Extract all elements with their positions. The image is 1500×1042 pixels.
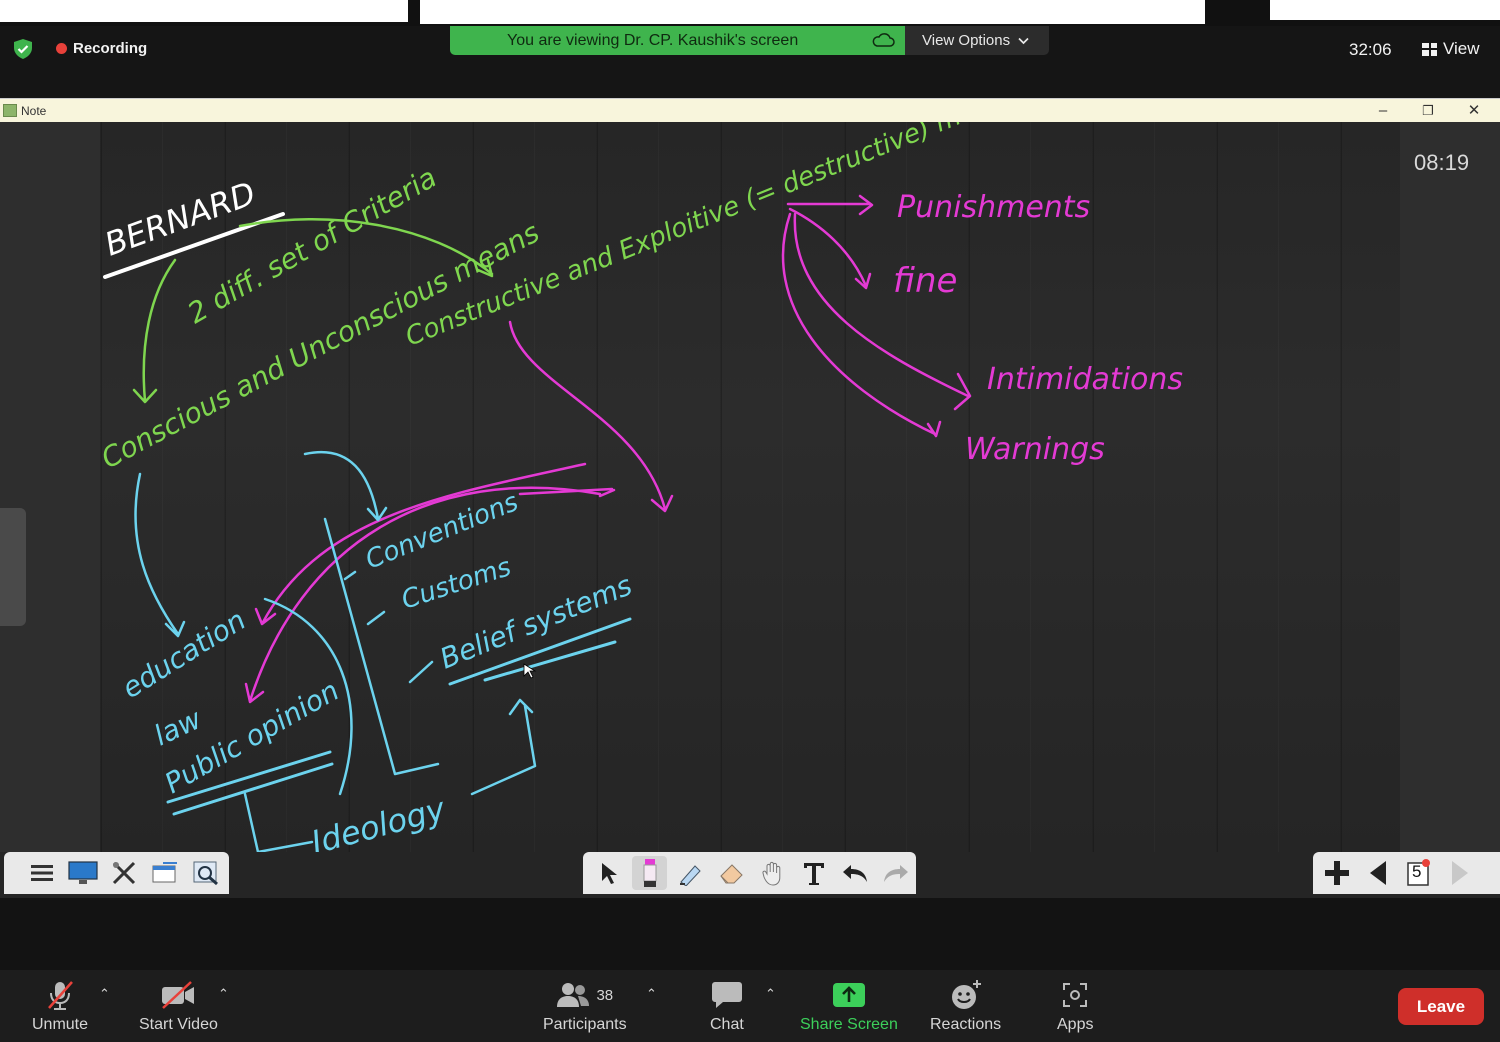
next-page-icon[interactable] [1442, 856, 1477, 890]
note-drawing-toolbar [583, 852, 916, 894]
note-intimidations: Intimidations [987, 362, 1183, 397]
hand-icon[interactable] [755, 856, 790, 890]
unmute-button[interactable]: Unmute [32, 978, 88, 1034]
background-window [1270, 0, 1500, 20]
magenta-arrow-punishments [786, 194, 874, 216]
undo-icon[interactable] [837, 856, 872, 890]
page-number: 5 [1412, 862, 1422, 881]
redo-icon[interactable] [878, 856, 913, 890]
screen-share-margin [0, 898, 1500, 970]
cloud-icon [872, 33, 895, 47]
cyan-arrow-conventions [303, 450, 388, 522]
apps-icon [1063, 983, 1088, 1007]
zoom-top-bar: Recording You are viewing Dr. CP. Kaushi… [0, 26, 1500, 98]
select-icon[interactable] [591, 856, 626, 890]
chevron-down-icon [1018, 37, 1029, 44]
note-page-toolbar: 5 [1313, 852, 1500, 894]
video-options-caret[interactable]: ⌃ [218, 986, 229, 1002]
zoom-control-bar: Unmute ⌃ Start Video ⌃ 38 Participants ⌃… [0, 970, 1500, 1042]
magenta-arrow-fine [788, 207, 872, 290]
recording-dot-icon [56, 43, 67, 54]
chat-options-caret[interactable]: ⌃ [765, 986, 776, 1002]
image-search-icon[interactable] [188, 856, 223, 890]
share-screen-button[interactable]: Share Screen [800, 978, 898, 1034]
view-options-label: View Options [922, 32, 1011, 49]
chat-button[interactable]: Chat [710, 978, 744, 1034]
cyan-arrow-education [134, 472, 186, 638]
tools-icon[interactable] [106, 856, 141, 890]
reactions-button[interactable]: Reactions [930, 978, 1001, 1034]
participants-label: Participants [543, 1016, 627, 1033]
eraser-icon[interactable] [714, 856, 749, 890]
participants-count: 38 [596, 986, 614, 1004]
note-education: education [116, 603, 251, 705]
view-label: View [1443, 39, 1480, 58]
note-left-toolbar [4, 852, 229, 894]
meeting-timer: 32:06 [1349, 40, 1392, 59]
edit-page-icon[interactable] [147, 856, 182, 890]
text-icon[interactable] [796, 856, 831, 890]
start-video-label: Start Video [139, 1016, 218, 1033]
note-window-title: Note [21, 104, 47, 118]
magenta-arrow-warnings [781, 212, 942, 438]
display-icon[interactable] [65, 856, 100, 890]
leave-button[interactable]: Leave [1398, 988, 1484, 1025]
note-title-bar: Note – ❐ ✕ [0, 98, 1500, 122]
audio-options-caret[interactable]: ⌃ [99, 986, 110, 1002]
pen-icon[interactable] [632, 856, 667, 890]
apps-button[interactable]: Apps [1057, 978, 1093, 1034]
note-app-icon [3, 104, 17, 117]
minimize-button[interactable]: – [1369, 101, 1397, 121]
viewing-banner-text: You are viewing Dr. CP. Kaushik's screen [507, 31, 799, 49]
page-counter[interactable]: 5 [1401, 856, 1436, 890]
cyan-bracket-ideology-left [243, 792, 314, 852]
magenta-arrow-exploitive [508, 320, 674, 513]
share-screen-icon [832, 983, 865, 1007]
note-punishments: Punishments [897, 190, 1090, 225]
apps-label: Apps [1057, 1016, 1094, 1033]
add-page-icon[interactable] [1319, 856, 1354, 890]
background-window [0, 0, 408, 22]
recording-indicator[interactable]: Recording [56, 40, 147, 57]
cyan-bracket-ideology-right [470, 698, 537, 796]
chat-label: Chat [710, 1016, 744, 1033]
start-video-button[interactable]: Start Video [139, 978, 218, 1034]
view-button[interactable]: View [1422, 39, 1480, 59]
video-off-icon [162, 981, 195, 1009]
note-law: law [149, 702, 206, 752]
gallery-view-icon [1422, 42, 1437, 56]
previous-page-icon[interactable] [1360, 856, 1395, 890]
note-fine: fine [893, 261, 957, 301]
participants-button[interactable]: 38 Participants [543, 978, 627, 1034]
muted-microphone-icon [48, 981, 73, 1010]
restore-button[interactable]: ❐ [1414, 101, 1442, 121]
note-warnings: Warnings [965, 432, 1105, 467]
viewing-screen-banner: You are viewing Dr. CP. Kaushik's screen [450, 26, 905, 55]
security-shield-icon[interactable] [12, 38, 34, 60]
reactions-label: Reactions [930, 1016, 1002, 1033]
whiteboard-canvas[interactable]: 08:19 BERNARD 2 diff. set of Criteria Co… [0, 122, 1500, 852]
close-button[interactable]: ✕ [1460, 101, 1488, 121]
background-window [420, 0, 1205, 24]
share-screen-label: Share Screen [800, 1016, 898, 1033]
note-app-window: Note – ❐ ✕ 08:19 BERNARD 2 diff. set of … [0, 98, 1500, 898]
handwriting-layer: BERNARD 2 diff. set of Criteria Consciou… [96, 122, 1183, 852]
note-toolbar-strip: 5 [0, 852, 1500, 898]
desktop-background-strip [0, 0, 1500, 26]
unmute-label: Unmute [32, 1016, 89, 1033]
chat-icon [711, 982, 742, 1008]
reactions-icon [951, 980, 981, 1009]
participants-icon [557, 983, 590, 1007]
green-arrow-conscious [132, 258, 177, 404]
note-customs: Customs [398, 552, 515, 615]
note-ideology: Ideology [307, 789, 450, 852]
magenta-arrow-intimidations [793, 212, 972, 411]
view-options-dropdown[interactable]: View Options [905, 26, 1049, 55]
menu-icon[interactable] [24, 856, 59, 890]
recording-label: Recording [73, 40, 148, 57]
participants-options-caret[interactable]: ⌃ [646, 986, 657, 1002]
highlighter-icon[interactable] [673, 856, 708, 890]
